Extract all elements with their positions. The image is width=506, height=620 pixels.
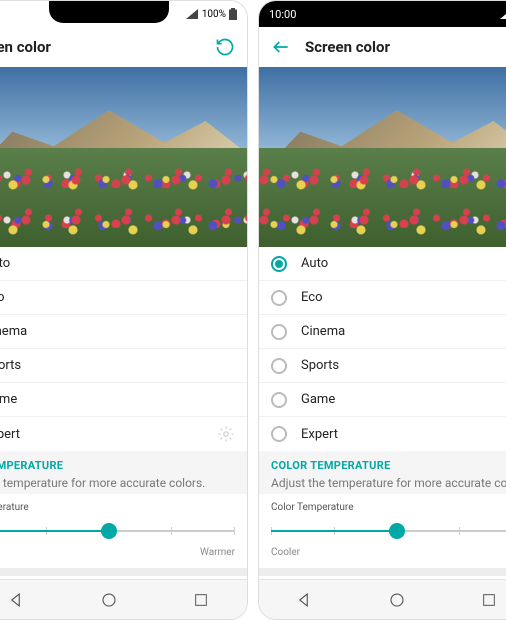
option-cinema[interactable]: Cinema — [0, 315, 247, 349]
color-temperature-section: TEMPERATURE the temperature for more acc… — [0, 451, 247, 494]
status-bar: 10:00 — [259, 1, 506, 27]
option-label: Expert — [301, 427, 338, 442]
preview-image — [0, 67, 247, 247]
battery-text: 100% — [202, 9, 226, 20]
header: Screen color — [259, 27, 506, 67]
nav-home[interactable] — [97, 588, 121, 612]
temperature-slider[interactable] — [271, 521, 506, 541]
color-temperature-section: COLOR TEMPERATURE Adjust the temperature… — [259, 451, 506, 494]
temperature-label: mperature — [0, 502, 235, 513]
option-eco[interactable]: Eco — [0, 281, 247, 315]
option-game[interactable]: Game — [259, 383, 506, 417]
option-expert[interactable]: Expert — [259, 417, 506, 451]
option-label: Auto — [0, 256, 10, 271]
divider-bar — [0, 568, 247, 576]
options-list: Auto Eco Cinema Sports Game Expert — [0, 247, 247, 451]
option-label: Eco — [301, 290, 323, 305]
radio-icon — [271, 324, 287, 340]
nav-back[interactable] — [293, 588, 317, 612]
options-list: Auto Eco Cinema Sports Game Expert — [259, 247, 506, 451]
nav-back[interactable] — [5, 588, 29, 612]
option-auto[interactable]: Auto — [0, 247, 247, 281]
option-expert[interactable]: Expert — [0, 417, 247, 451]
option-label: Auto — [301, 256, 328, 271]
preview-image — [259, 67, 506, 247]
nav-home[interactable] — [385, 588, 409, 612]
phone-right: 10:00 Screen color Auto Eco Cinema Sport… — [258, 0, 506, 620]
nav-recent[interactable] — [477, 588, 501, 612]
option-sports[interactable]: Sports — [0, 349, 247, 383]
temperature-label: Color Temperature — [271, 502, 506, 513]
option-label: Cinema — [0, 324, 27, 339]
temperature-block: mperature Warmer — [0, 494, 247, 568]
section-desc: the temperature for more accurate colors… — [0, 476, 235, 490]
radio-icon — [271, 392, 287, 408]
option-label: Sports — [0, 358, 21, 373]
radio-icon — [271, 290, 287, 306]
option-cinema[interactable]: Cinema — [259, 315, 506, 349]
option-game[interactable]: Game — [0, 383, 247, 417]
option-label: Game — [0, 392, 17, 407]
header: reen color — [0, 27, 247, 67]
signal-icon — [186, 9, 198, 19]
phone-left: 100% reen color Auto Eco Cinema Sports G… — [0, 0, 248, 620]
option-label: Sports — [301, 358, 339, 373]
option-sports[interactable]: Sports — [259, 349, 506, 383]
radio-icon — [271, 358, 287, 374]
option-eco[interactable]: Eco — [259, 281, 506, 315]
back-button[interactable] — [271, 37, 291, 57]
option-label: Eco — [0, 290, 5, 305]
divider-bar — [259, 568, 506, 576]
nav-recent[interactable] — [189, 588, 213, 612]
reset-button[interactable] — [215, 37, 235, 57]
section-title: TEMPERATURE — [0, 459, 235, 472]
notch — [49, 1, 169, 23]
status-time: 10:00 — [269, 8, 296, 21]
option-auto[interactable]: Auto — [259, 247, 506, 281]
nav-bar — [0, 579, 247, 619]
battery-icon — [229, 8, 237, 20]
radio-icon — [271, 256, 287, 272]
option-label: Game — [301, 392, 335, 407]
gear-icon[interactable] — [217, 425, 235, 443]
page-title: Screen color — [305, 38, 390, 56]
radio-icon — [271, 426, 287, 442]
option-label: Expert — [0, 427, 20, 442]
nav-bar — [259, 579, 506, 619]
page-title: reen color — [0, 38, 51, 56]
signal-icon — [500, 9, 506, 19]
option-label: Cinema — [301, 324, 345, 339]
section-title: COLOR TEMPERATURE — [271, 459, 506, 472]
slider-right-label: Warmer — [200, 547, 235, 558]
temperature-block: Color Temperature Cooler — [259, 494, 506, 568]
temperature-slider[interactable] — [0, 521, 235, 541]
slider-left-label: Cooler — [271, 547, 300, 558]
section-desc: Adjust the temperature for more accurate… — [271, 476, 506, 490]
